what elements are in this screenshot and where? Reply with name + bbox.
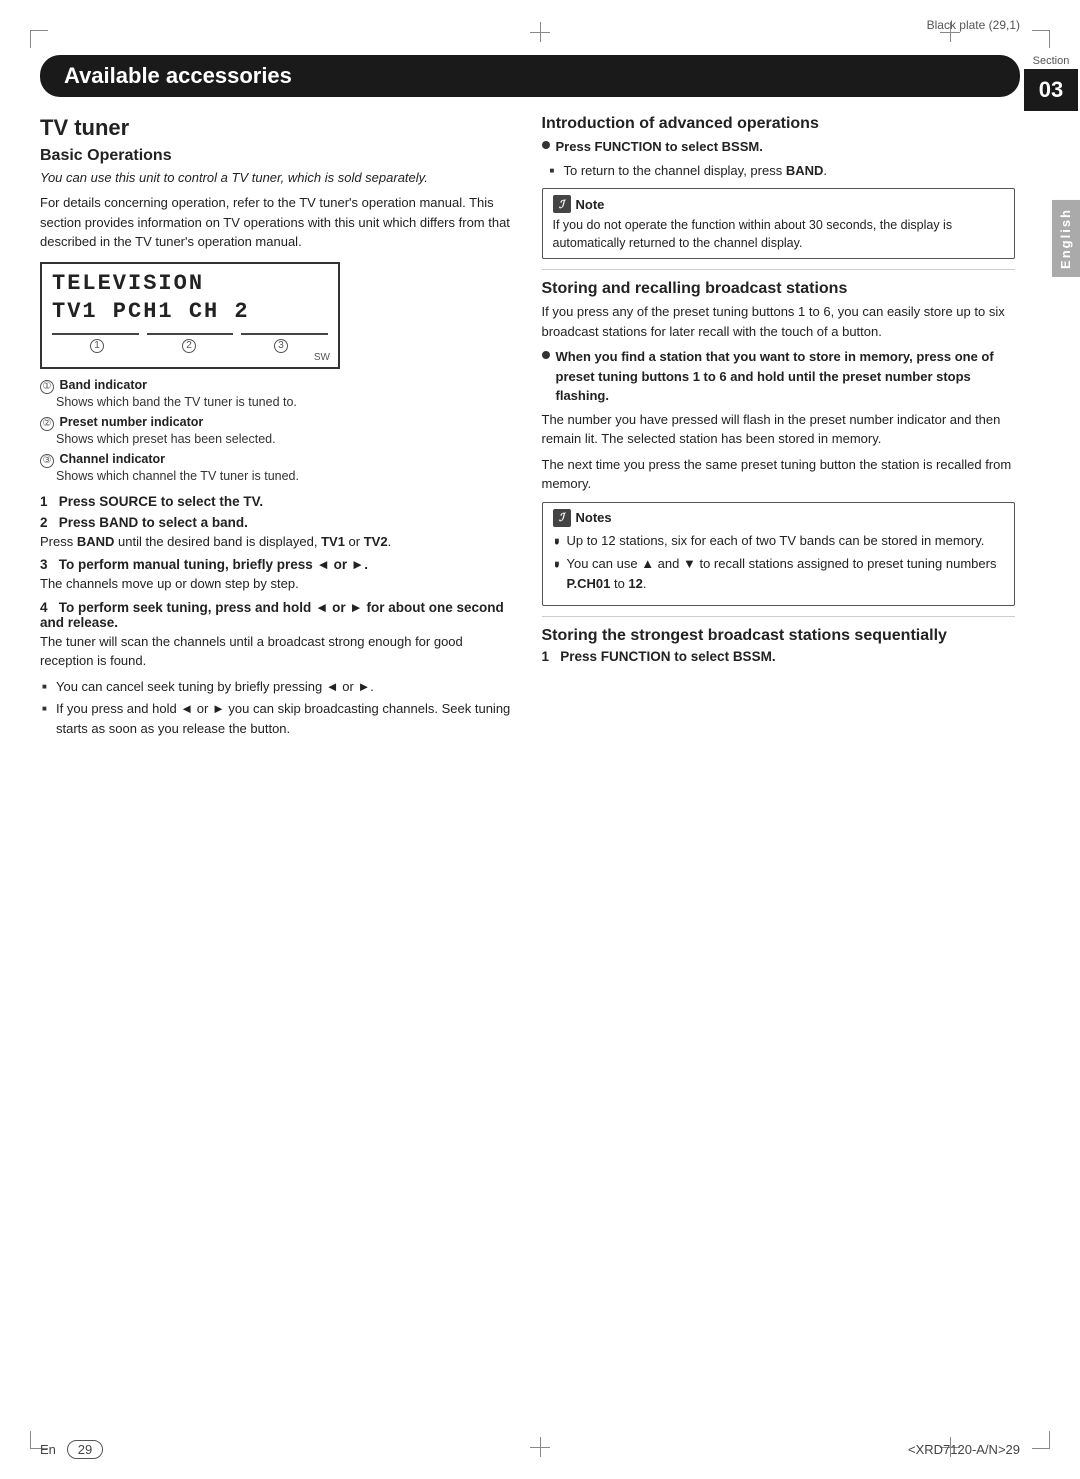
seek-bullet-2: If you press and hold ◄ or ► you can ski… — [40, 699, 514, 738]
tv-display-line1: TELEVISION — [52, 270, 328, 299]
step-2: 2 Press BAND to select a band. Press BAN… — [40, 515, 514, 552]
tv-tuner-title: TV tuner — [40, 115, 514, 141]
note-text: If you do not operate the function withi… — [553, 216, 1005, 252]
storing-recalling-title: Storing and recalling broadcast stations — [542, 280, 1016, 298]
accessories-banner: Available accessories — [40, 55, 1020, 97]
section-tab: Section 03 — [1022, 55, 1080, 111]
display-label-2: 2 — [182, 339, 196, 353]
step-4: 4 To perform seek tuning, press and hold… — [40, 600, 514, 671]
corner-mark-tr — [1032, 30, 1050, 48]
seek-bullet-1: You can cancel seek tuning by briefly pr… — [40, 677, 514, 697]
crosshair-top — [530, 22, 550, 42]
storing-para2: The number you have pressed will flash i… — [542, 410, 1016, 449]
corner-mark-tl — [30, 30, 48, 48]
basic-operations-title: Basic Operations — [40, 147, 514, 165]
seek-bullet-list: You can cancel seek tuning by briefly pr… — [40, 677, 514, 739]
indicator-list: ① Band indicator Shows which band the TV… — [40, 377, 514, 486]
banner-title: Available accessories — [64, 63, 292, 88]
storing-notes-list: • Up to 12 stations, six for each of two… — [553, 531, 1005, 594]
corner-mark-br — [1032, 1431, 1050, 1449]
storing-bold-bullet: When you find a station that you want to… — [542, 347, 1016, 406]
indicator-channel: ③ Channel indicator Shows which channel … — [40, 451, 514, 486]
indicator-preset: ② Preset number indicator Shows which pr… — [40, 414, 514, 449]
tv-display: TELEVISION TV1 PCH1 CH 2 SW 1 2 3 — [40, 262, 340, 369]
indicator-band: ① Band indicator Shows which band the TV… — [40, 377, 514, 412]
tv-display-sw: SW — [314, 352, 330, 363]
notes-icon: ℐ — [553, 509, 571, 527]
notes-box-storing: ℐ Notes • Up to 12 stations, six for eac… — [542, 502, 1016, 607]
divider-1 — [542, 269, 1016, 270]
en-label: En 29 — [40, 1442, 103, 1457]
storing-para1: If you press any of the preset tuning bu… — [542, 302, 1016, 341]
section-label: Section — [1033, 55, 1070, 67]
band-sub-bullet-item: To return to the channel display, press … — [548, 161, 1016, 181]
content-area: TV tuner Basic Operations You can use th… — [40, 115, 1015, 1399]
notes-box-header: ℐ Notes — [553, 509, 1005, 527]
left-column: TV tuner Basic Operations You can use th… — [40, 115, 514, 1399]
intro-advanced-title: Introduction of advanced operations — [542, 115, 1016, 133]
bssm-bullet: Press FUNCTION to select BSSM. — [542, 137, 1016, 157]
english-tab: English — [1052, 200, 1080, 277]
model-number: <XRD7120-A/N>29 — [908, 1442, 1020, 1457]
step-1: 1 Press SOURCE to select the TV. — [40, 494, 514, 509]
right-column: Introduction of advanced operations Pres… — [542, 115, 1016, 1399]
storing-note-1: • Up to 12 stations, six for each of two… — [553, 531, 1005, 551]
band-sub-bullet: To return to the channel display, press … — [548, 161, 1016, 181]
storing-strongest-title: Storing the strongest broadcast stations… — [542, 627, 1016, 645]
step-3: 3 To perform manual tuning, briefly pres… — [40, 557, 514, 594]
storing-para3: The next time you press the same preset … — [542, 455, 1016, 494]
note-box-intro: ℐ Note If you do not operate the functio… — [542, 188, 1016, 259]
page-num-badge: 29 — [67, 1440, 103, 1459]
strongest-step-1: 1 Press FUNCTION to select BSSM. — [542, 649, 1016, 664]
page-footer: En 29 <XRD7120-A/N>29 — [40, 1442, 1020, 1457]
note-icon: ℐ — [553, 195, 571, 213]
italic-intro: You can use this unit to control a TV tu… — [40, 169, 514, 187]
intro-para: For details concerning operation, refer … — [40, 193, 514, 252]
display-label-1: 1 — [90, 339, 104, 353]
black-plate-label: Black plate (29,1) — [927, 18, 1020, 32]
display-label-3: 3 — [274, 339, 288, 353]
section-number: 03 — [1024, 69, 1078, 111]
tv-display-line2: TV1 PCH1 CH 2 — [52, 298, 328, 327]
storing-note-2: • You can use ▲ and ▼ to recall stations… — [553, 554, 1005, 593]
note-box-header: ℐ Note — [553, 195, 1005, 213]
divider-2 — [542, 616, 1016, 617]
